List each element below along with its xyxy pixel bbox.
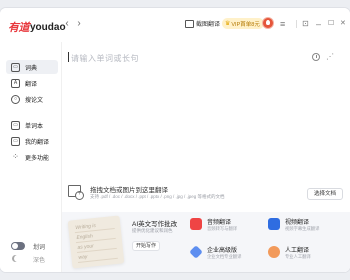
main-panel: 请输入单词或长句 ⋰ 拖拽文档或图片到这里翻译 支持 .pdf / .doc /… (62, 42, 350, 272)
document-drop-title: 拖拽文档或图片到这里翻译 (90, 187, 168, 194)
pin-icon[interactable]: ⊡ (302, 18, 309, 30)
sidebar-item-paper-search[interactable]: ○ 搜论文 (6, 92, 58, 106)
sidebar-item-dictionary[interactable]: ▭ 词典 (6, 60, 58, 74)
dark-mode-label[interactable]: 深色 (33, 255, 45, 264)
sidebar-item-label: 搜论文 (25, 97, 44, 104)
logo-cn-text: 有道 (8, 22, 30, 34)
word-select-toggle[interactable] (11, 242, 25, 250)
share-icon[interactable]: ⋰ (326, 52, 334, 61)
feature-promo-area: Writing is English as your way AI英文写作批改 … (62, 212, 350, 272)
minimize-button[interactable]: – (316, 18, 321, 30)
avatar[interactable] (262, 17, 274, 29)
word-select-label: 划词 (33, 245, 46, 251)
close-button[interactable]: ✕ (340, 18, 346, 30)
feature-title: 人工翻译 (285, 248, 310, 254)
document-drop-zone[interactable]: 拖拽文档或图片到这里翻译 支持 .pdf / .doc / .docx / .p… (68, 182, 344, 204)
dictionary-icon: ▭ (11, 62, 20, 72)
logo-en-text: youdao (30, 21, 66, 33)
crown-icon: ♛ (225, 21, 231, 27)
more-features-icon: ⁘ (12, 151, 19, 161)
document-formats-hint: 支持 .pdf / .doc / .docx / .ppt / .pptx / … (90, 194, 225, 199)
title-bar: 有道 youdao ‹ › 截图翻译 ♛ VIP首单8元 ≡ ⊡ – ☐ ✕ (0, 8, 350, 42)
menu-icon[interactable]: ≡ (280, 18, 285, 30)
youdao-logo: 有道 youdao (8, 19, 66, 35)
screenshot-translate-label[interactable]: 截图翻译 (196, 19, 220, 28)
audio-translate-icon (190, 218, 202, 230)
sidebar-item-label: 翻译 (25, 81, 38, 88)
titlebar-divider (296, 20, 297, 28)
vip-promo-label: VIP首单8元 (231, 21, 260, 28)
text-cursor (68, 52, 69, 62)
vip-promo-button[interactable]: ♛ VIP首单8元 (222, 18, 264, 29)
writing-notebook-image: Writing is English as your way (67, 215, 125, 269)
sidebar-item-wordbook[interactable]: ▭ 单词本 (6, 118, 58, 132)
feature-subtitle: 专业人工翻译 (285, 254, 311, 259)
translate-icon: A (11, 78, 20, 88)
sidebar-item-label: 词典 (25, 65, 38, 72)
document-upload-icon (68, 185, 84, 200)
feature-subtitle: 企业文档专业翻译 (207, 254, 242, 259)
notebook-text: way (78, 253, 88, 261)
moon-icon[interactable] (14, 255, 21, 262)
sidebar-item-my-translation[interactable]: ▭ 我的翻译 (6, 134, 58, 148)
video-translate-icon (268, 218, 280, 230)
enterprise-icon (189, 245, 203, 259)
my-translation-icon: ▭ (11, 136, 20, 146)
paper-search-icon: ○ (11, 94, 20, 104)
feature-subtitle: 音频转写与翻译 (207, 226, 238, 231)
start-writing-button[interactable]: 开始写作 (132, 241, 160, 251)
ai-writing-subtitle: 提供优化建议和润色 (132, 228, 173, 233)
sidebar-item-more-features[interactable]: ⁘ 更多功能 (6, 150, 58, 164)
forward-button[interactable]: › (74, 17, 84, 31)
human-translate-card[interactable]: 人工翻译 专业人工翻译 (268, 244, 338, 268)
feature-subtitle: 视频字幕生成翻译 (285, 226, 320, 231)
feature-title: 音频翻译 (207, 220, 232, 226)
ai-writing-title: AI英文写作批改 (132, 221, 178, 228)
sidebar-item-label: 单词本 (25, 123, 44, 130)
ocr-icon[interactable] (312, 53, 320, 61)
select-document-button[interactable]: 选择文档 (307, 188, 343, 200)
sidebar-item-label: 更多功能 (25, 155, 50, 162)
video-translate-card[interactable]: 视频翻译 视频字幕生成翻译 (268, 216, 338, 240)
maximize-button[interactable]: ☐ (328, 18, 334, 30)
app-window: 有道 youdao ‹ › 截图翻译 ♛ VIP首单8元 ≡ ⊡ – ☐ ✕ ▭… (0, 8, 350, 272)
feature-title: 视频翻译 (285, 220, 310, 226)
sidebar-item-label: 我的翻译 (25, 139, 50, 146)
screenshot-translate-icon[interactable] (185, 20, 194, 28)
wordbook-icon: ▭ (11, 120, 20, 130)
audio-translate-card[interactable]: 音频翻译 音频转写与翻译 (190, 216, 260, 240)
sidebar-item-translate[interactable]: A 翻译 (6, 76, 58, 90)
feature-title: 企业高级版 (207, 248, 238, 254)
human-translate-icon (268, 246, 280, 258)
back-button[interactable]: ‹ (62, 17, 72, 31)
search-input[interactable]: 请输入单词或长句 (71, 53, 139, 64)
enterprise-card[interactable]: 企业高级版 企业文档专业翻译 (189, 244, 260, 268)
sidebar: ▭ 词典 A 翻译 ○ 搜论文 ▭ 单词本 ▭ 我的翻译 ⁘ 更多功能 划词 深… (0, 42, 62, 272)
